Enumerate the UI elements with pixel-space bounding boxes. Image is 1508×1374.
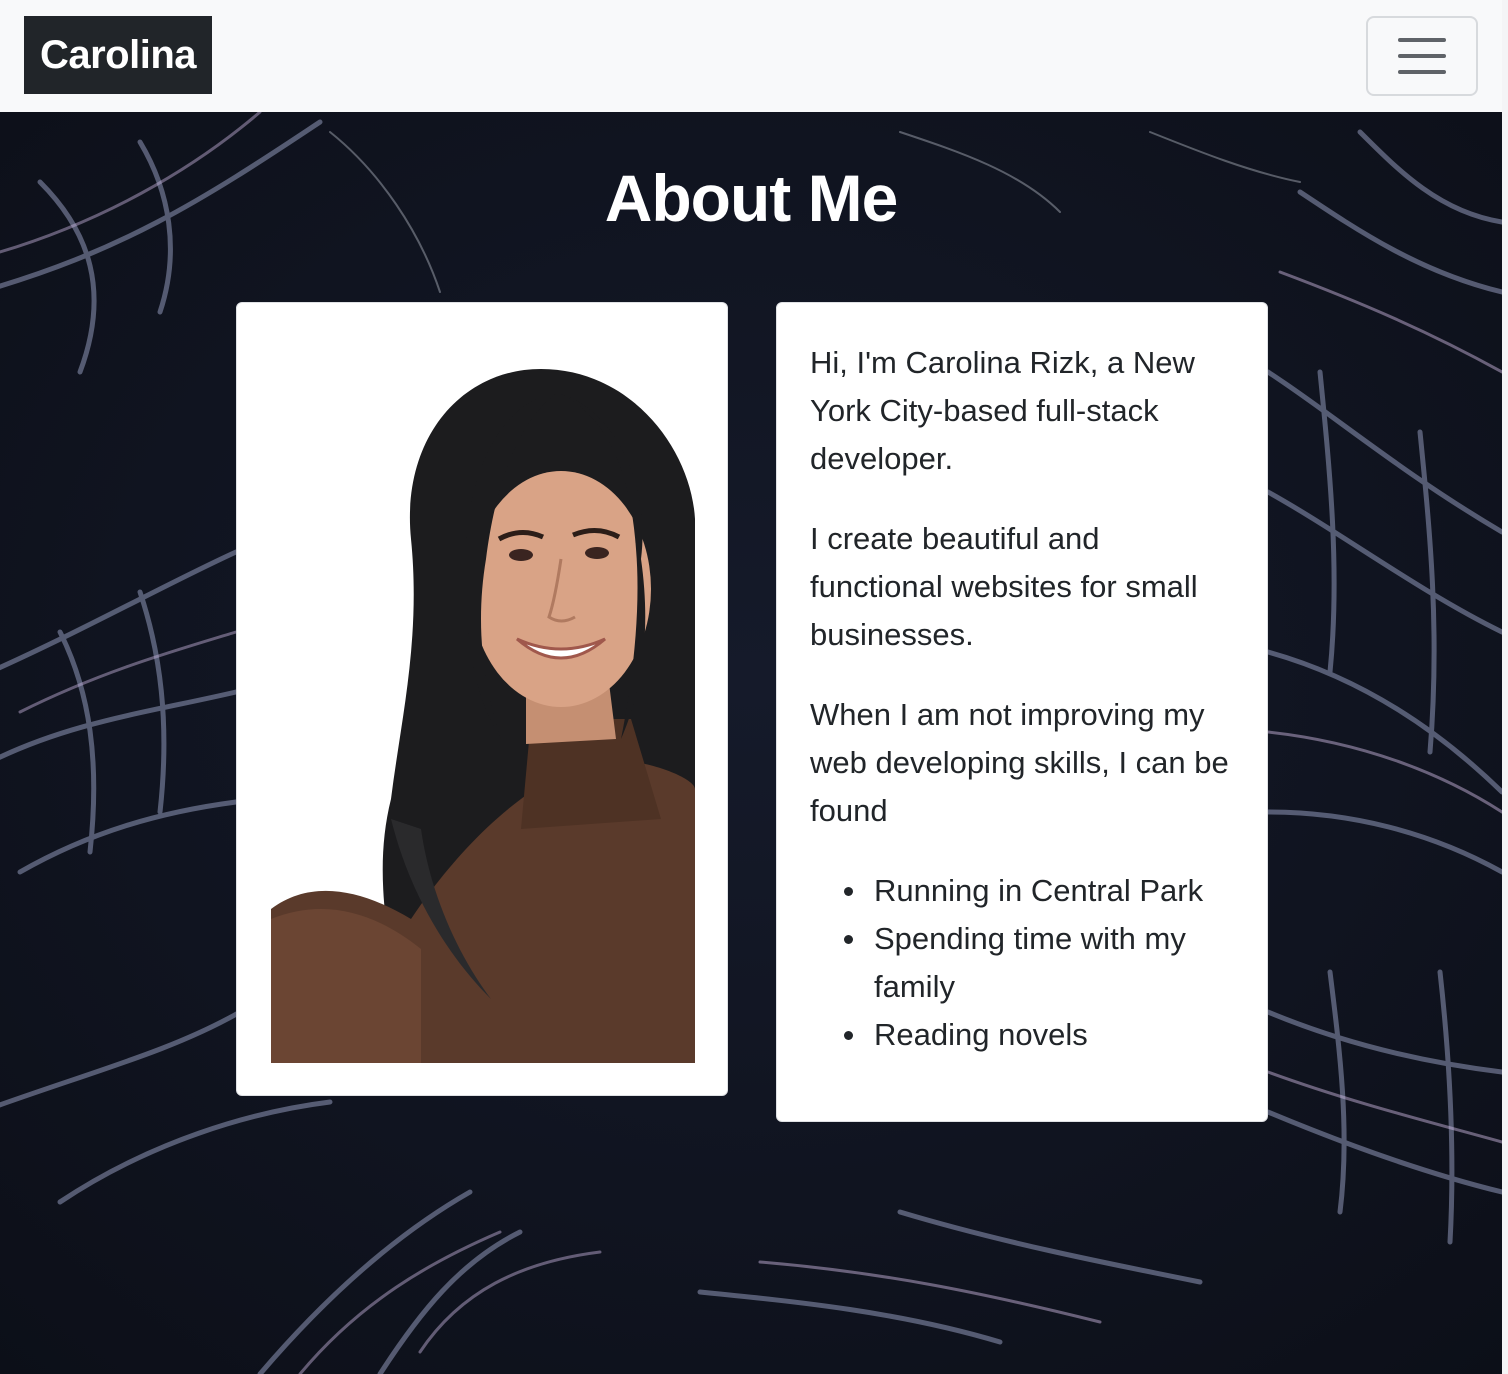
bio-work: I create beautiful and functional websit… [810, 521, 1198, 652]
leaf-vein-background-image [0, 112, 1502, 1374]
profile-photo [271, 359, 695, 1063]
window-edge [1502, 0, 1508, 1374]
brand-logo-link[interactable]: Carolina [24, 16, 212, 94]
about-section: About Me Hi, I'm Carolina Rizk, a New Yo… [0, 112, 1502, 1374]
photo-card [236, 302, 728, 1096]
list-item: Spending time with my family [844, 915, 1235, 1011]
list-item: Running in Central Park [844, 867, 1235, 915]
hamburger-menu-icon [1398, 38, 1446, 42]
hobbies-list: Running in Central Park Spending time wi… [810, 867, 1235, 1059]
page-title: About Me [604, 161, 899, 235]
list-item: Reading novels [844, 1011, 1235, 1059]
hamburger-menu-icon [1398, 70, 1446, 74]
bio-intro: Hi, I'm Carolina Rizk, a New York City-b… [810, 345, 1195, 476]
hamburger-menu-icon [1398, 54, 1446, 58]
navbar: Carolina [0, 0, 1502, 112]
bio-hobbies-intro: When I am not improving my web developin… [810, 697, 1229, 828]
navbar-toggle-button[interactable] [1366, 16, 1478, 96]
bio-card: Hi, I'm Carolina Rizk, a New York City-b… [776, 302, 1268, 1122]
